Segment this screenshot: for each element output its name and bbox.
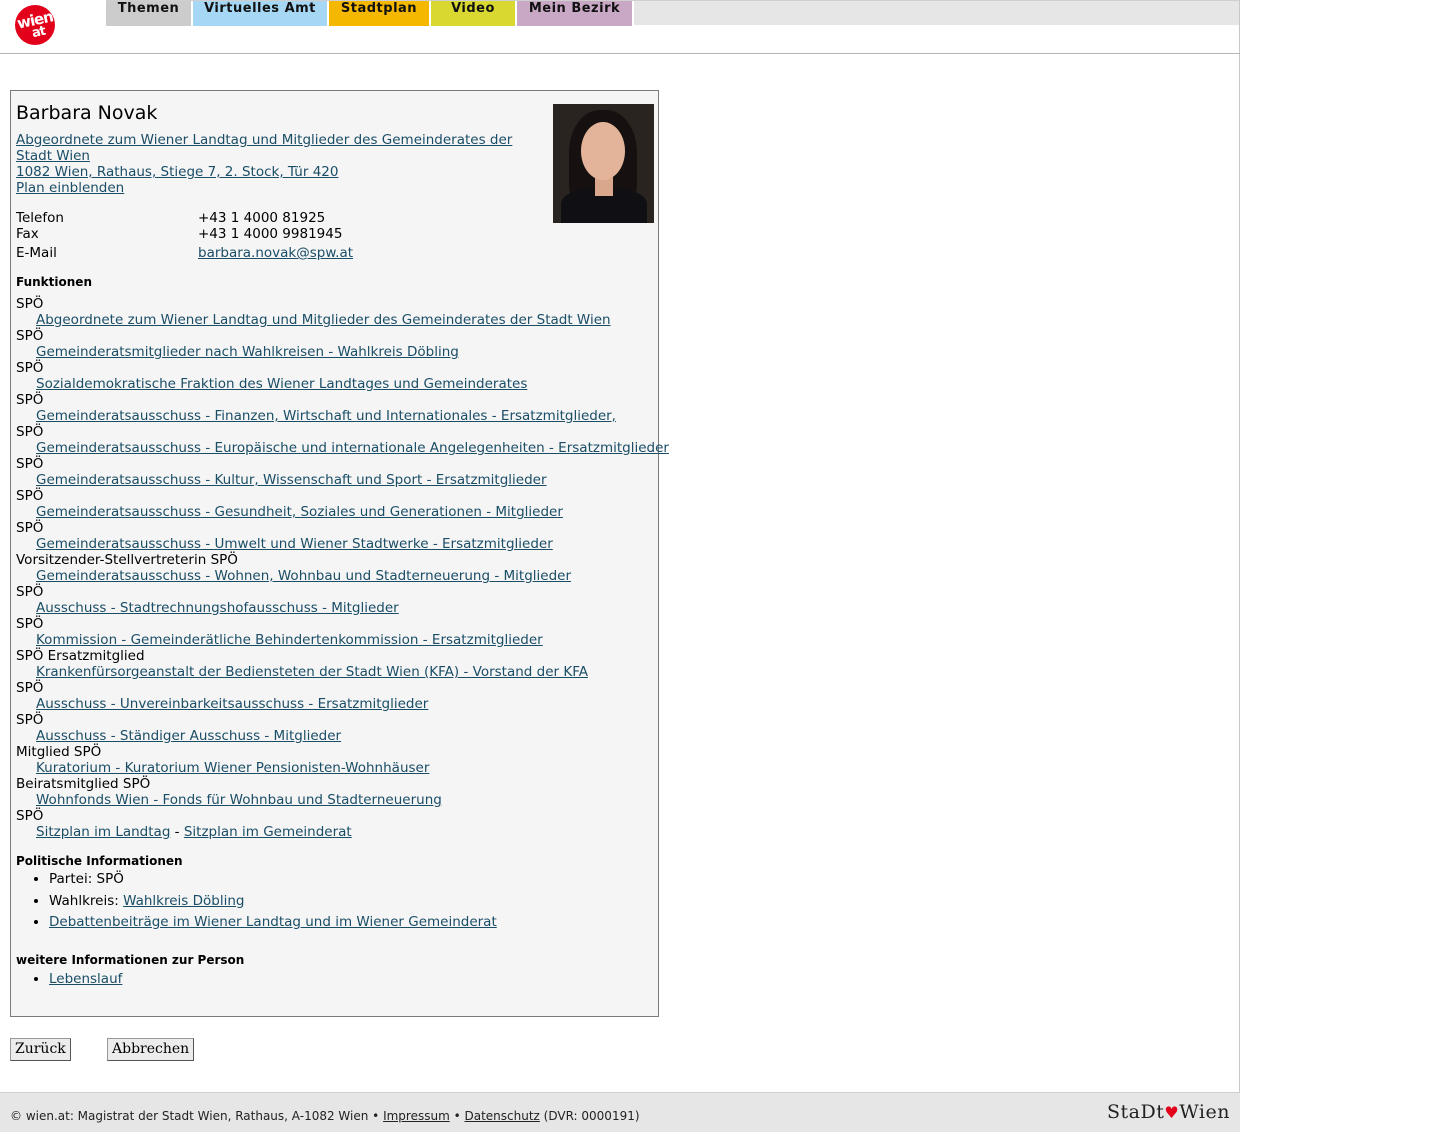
show-map-link[interactable]: Plan einblenden [16,180,124,196]
functions-heading: Funktionen [16,275,92,289]
cancel-button[interactable]: Abbrechen [107,1038,195,1061]
seat-plan-separator: - [170,824,184,840]
brand-text-stadt: StaDt [1107,1101,1165,1123]
function-party: SPÖ [16,616,44,632]
wien-at-logo[interactable]: wien at [15,5,55,45]
function-party: SPÖ [16,328,44,344]
constituency-link[interactable]: Wahlkreis Döbling [123,893,244,909]
function-party: SPÖ [16,488,44,504]
page: wien at Themen Virtuelles Amt Stadtplan … [0,0,1240,1132]
function-link[interactable]: Gemeinderatsausschuss - Gesundheit, Sozi… [36,504,563,520]
function-party: SPÖ [16,392,44,408]
function-link[interactable]: Ausschuss - Unvereinbarkeitsausschuss - … [36,696,428,712]
function-link[interactable]: Gemeinderatsmitglieder nach Wahlkreisen … [36,344,459,360]
title-link-line-1[interactable]: Abgeordnete zum Wiener Landtag und Mitgl… [16,132,512,148]
seat-plan-landtag-link[interactable]: Sitzplan im Landtag [36,824,170,840]
constituency-label: Wahlkreis: [49,892,124,909]
impressum-link[interactable]: Impressum [383,1109,450,1123]
person-details-panel: Barbara Novak Abgeordnete zum Wiener Lan… [10,90,669,1017]
list-item: Debattenbeiträge im Wiener Landtag und i… [49,912,497,934]
function-party: Beiratsmitglied SPÖ [16,776,151,792]
function-party: SPÖ Ersatzmitglied [16,648,145,664]
political-info-heading: Politische Informationen [16,854,183,868]
header: wien at Themen Virtuelles Amt Stadtplan … [0,0,1240,54]
function-link[interactable]: Ausschuss - Stadtrechnungshofausschuss -… [36,600,399,616]
function-party: SPÖ [16,296,44,312]
function-link[interactable]: Gemeinderatsausschuss - Kultur, Wissensc… [36,472,547,488]
function-link[interactable]: Gemeinderatsausschuss - Europäische und … [36,440,669,456]
tab-mein-bezirk[interactable]: Mein Bezirk [517,1,634,26]
logo-text-at: at [30,23,47,42]
dvr-text: (DVR: 0000191) [539,1109,640,1123]
person-photo [553,104,654,223]
political-info-list: Partei: SPÖ Wahlkreis: Wahlkreis Döbling… [16,869,497,934]
fax-value: +43 1 4000 9981945 [198,226,343,242]
address-link[interactable]: 1082 Wien, Rathaus, Stiege 7, 2. Stock, … [16,164,338,180]
list-item: Wahlkreis: Wahlkreis Döbling [49,891,497,913]
function-party: SPÖ [16,456,44,472]
back-button[interactable]: Zurück [10,1038,71,1061]
title-link-line-2[interactable]: Stadt Wien [16,148,90,164]
tab-video[interactable]: Video [431,1,517,26]
function-link[interactable]: Kuratorium - Kuratorium Wiener Pensionis… [36,760,429,776]
seat-plan-row: Sitzplan im Landtag - Sitzplan im Gemein… [36,824,352,840]
function-party: SPÖ [16,712,44,728]
function-link[interactable]: Ausschuss - Ständiger Ausschuss - Mitgli… [36,728,341,744]
person-name: Barbara Novak [16,102,158,124]
function-party: SPÖ [16,520,44,536]
function-link[interactable]: Kommission - Gemeinderätliche Behinderte… [36,632,543,648]
tab-themen[interactable]: Themen [106,1,193,26]
debates-link[interactable]: Debattenbeiträge im Wiener Landtag und i… [49,914,497,930]
function-party: SPÖ [16,584,44,600]
footer-text: © wien.at: Magistrat der Stadt Wien, Rat… [10,1109,640,1123]
datenschutz-link[interactable]: Datenschutz [464,1109,539,1123]
function-party: Mitglied SPÖ [16,744,102,760]
cv-link[interactable]: Lebenslauf [49,971,122,987]
more-info-list: Lebenslauf [16,969,122,991]
function-link[interactable]: Gemeinderatsausschuss - Umwelt und Wiene… [36,536,553,552]
function-link[interactable]: Wohnfonds Wien - Fonds für Wohnbau und S… [36,792,442,808]
list-item: Lebenslauf [49,969,122,991]
email-link[interactable]: barbara.novak@spw.at [198,245,353,261]
brand-text-wien: Wien [1179,1101,1230,1123]
function-link[interactable]: Abgeordnete zum Wiener Landtag und Mitgl… [36,312,611,328]
function-link[interactable]: Gemeinderatsausschuss - Finanzen, Wirtsc… [36,408,616,424]
seat-plan-gemeinderat-link[interactable]: Sitzplan im Gemeinderat [184,824,352,840]
more-info-heading: weitere Informationen zur Person [16,953,245,967]
tab-virtuelles-amt[interactable]: Virtuelles Amt [193,1,329,26]
main-navigation: Themen Virtuelles Amt Stadtplan Video Me… [106,0,1239,26]
function-link[interactable]: Gemeinderatsausschuss - Wohnen, Wohnbau … [36,568,571,584]
footer-bullet: • [449,1109,465,1123]
stadt-wien-logo[interactable]: StaDt♥Wien [1107,1101,1230,1123]
party-text: Partei: SPÖ [49,871,124,887]
phone-value: +43 1 4000 81925 [198,210,326,226]
function-party: SPÖ [16,680,44,696]
copyright-text: © wien.at: Magistrat der Stadt Wien, Rat… [10,1109,384,1123]
function-party: SPÖ [16,424,44,440]
function-link[interactable]: Krankenfürsorgeanstalt der Bediensteten … [36,664,588,680]
heart-icon: ♥ [1164,1103,1180,1122]
footer: © wien.at: Magistrat der Stadt Wien, Rat… [0,1092,1240,1132]
phone-label: Telefon [16,210,64,226]
tab-stadtplan[interactable]: Stadtplan [329,1,431,26]
fax-label: Fax [16,226,39,242]
function-party: SPÖ [16,360,44,376]
function-party: SPÖ [16,808,44,824]
list-item: Partei: SPÖ [49,869,497,891]
function-link[interactable]: Sozialdemokratische Fraktion des Wiener … [36,376,527,392]
function-party: Vorsitzender-Stellvertreterin SPÖ [16,552,238,568]
email-label: E-Mail [16,245,57,261]
